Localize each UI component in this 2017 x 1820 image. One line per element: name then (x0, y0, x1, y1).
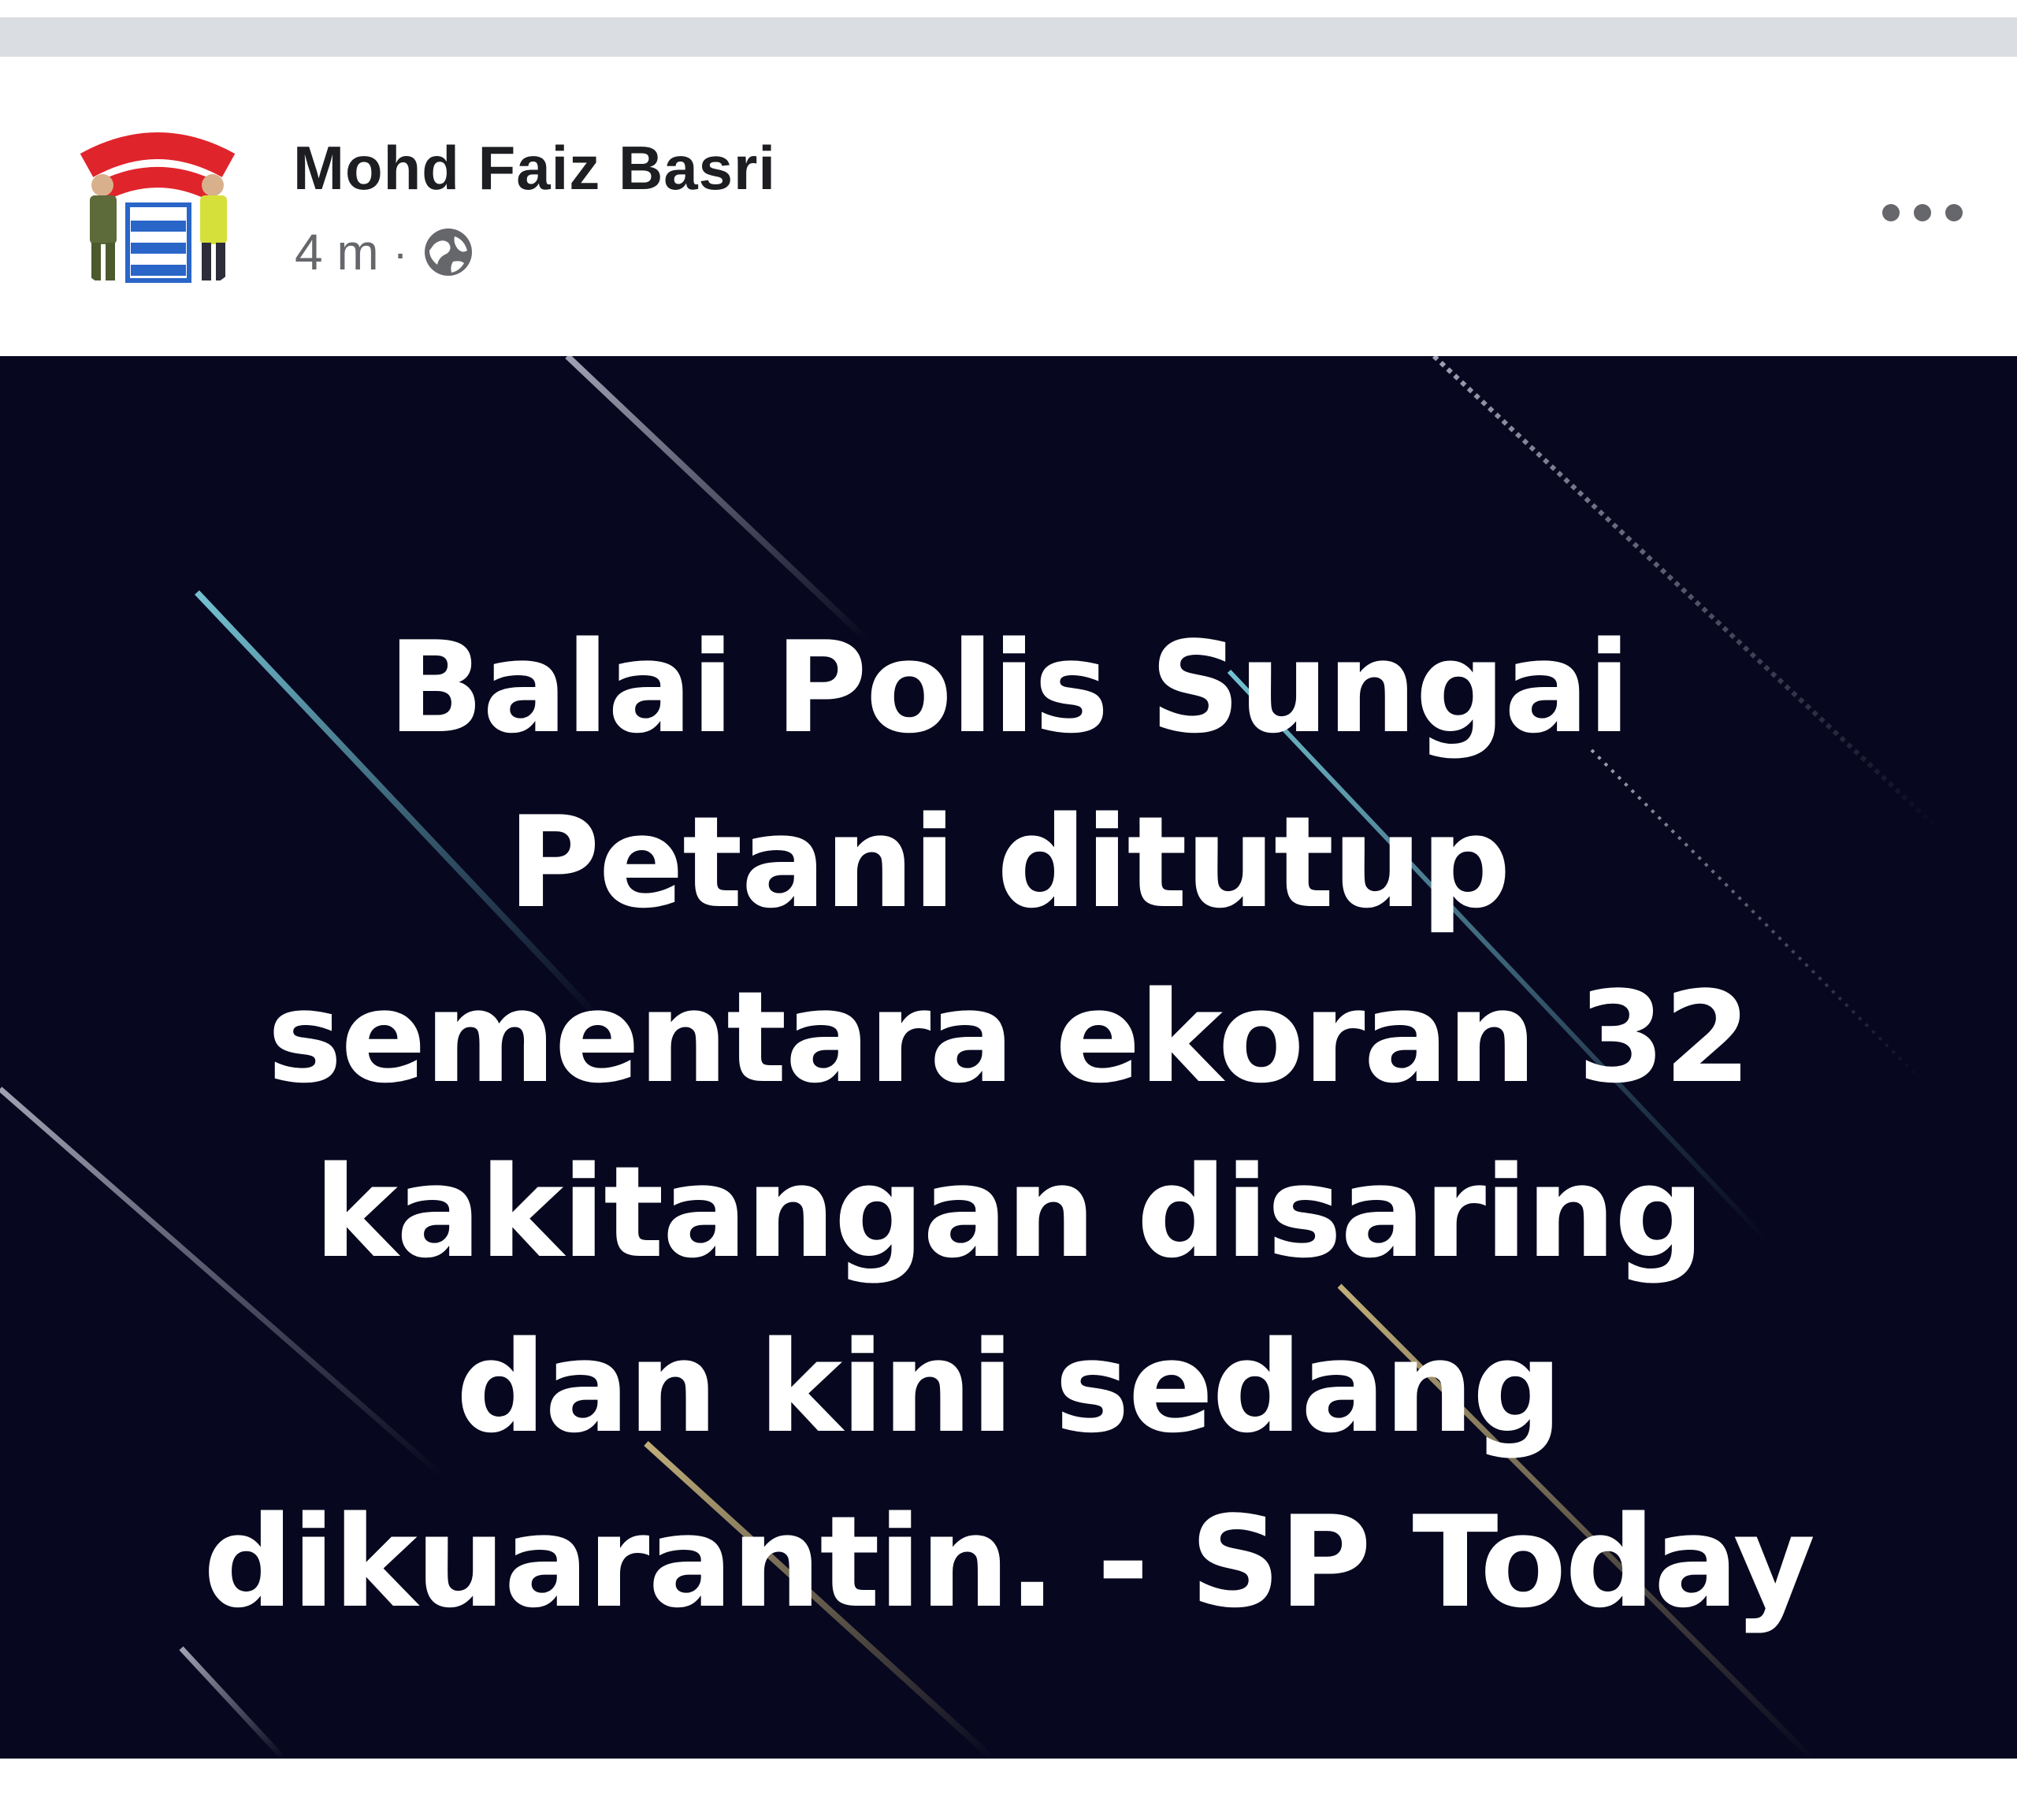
headline-line-2: Petani ditutup (507, 789, 1510, 936)
meta-separator: · (392, 227, 408, 277)
avatar-illustration (55, 118, 260, 299)
feed-post: Mohd Faiz Basri 4 m · Balai Polis Sungai… (0, 57, 2017, 1820)
feed-top-divider (0, 0, 2017, 57)
post-timestamp[interactable]: 4 m (295, 223, 379, 281)
headline-line-4: kakitangan disaring (314, 1138, 1705, 1286)
post-image[interactable]: Balai Polis Sungai Petani ditutup sement… (0, 356, 2017, 1759)
headline-line-6: dikuarantin. - SP Today (202, 1488, 1815, 1636)
author-avatar[interactable] (55, 118, 260, 299)
feed-top-edge (0, 0, 2017, 17)
more-options-button[interactable] (1867, 181, 1978, 244)
globe-icon[interactable] (418, 222, 478, 282)
post-footer (0, 1759, 2017, 1820)
headline-line-5: dan kini sedang (455, 1313, 1563, 1461)
author-name[interactable]: Mohd Faiz Basri (293, 132, 776, 204)
headline-line-1: Balai Polis Sungai (388, 614, 1630, 761)
more-options-icon (1882, 204, 1963, 221)
image-headline: Balai Polis Sungai Petani ditutup sement… (126, 600, 1891, 1650)
headline-line-3: sementara ekoran 32 (267, 964, 1751, 1111)
post-meta: 4 m · (295, 222, 478, 282)
post-header: Mohd Faiz Basri 4 m · (0, 57, 2017, 356)
